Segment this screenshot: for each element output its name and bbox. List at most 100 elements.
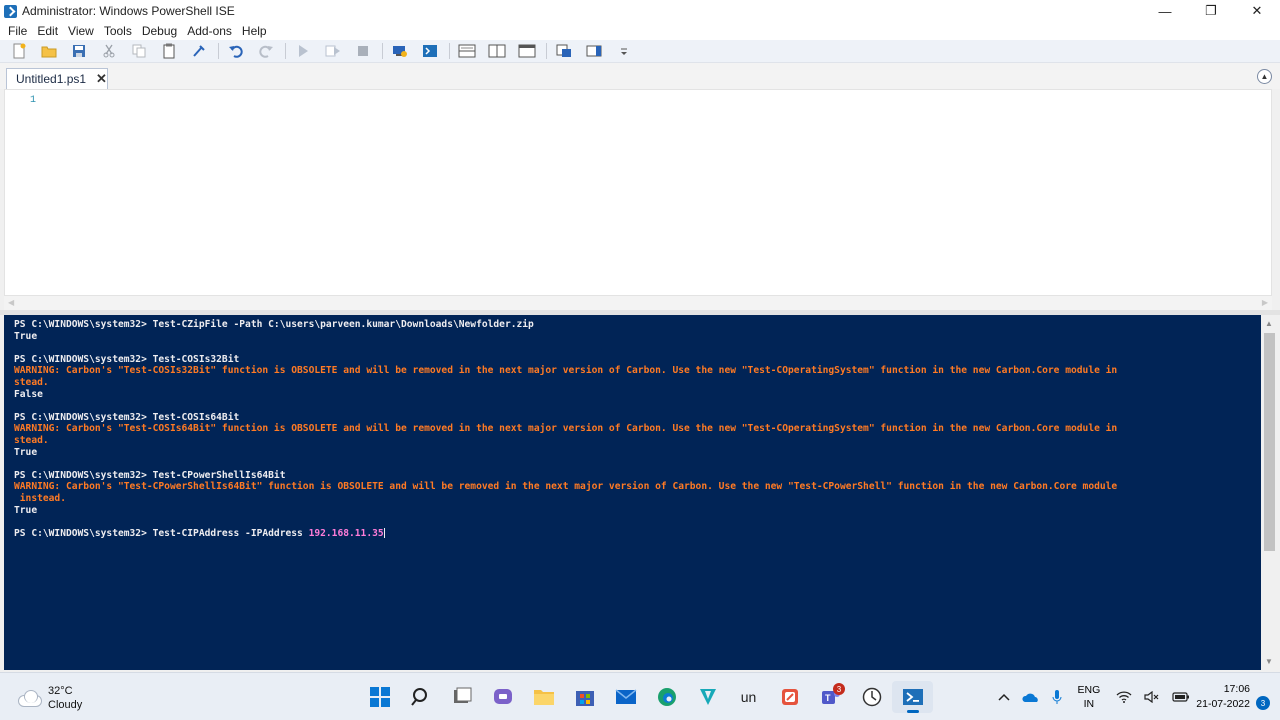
new-script-icon[interactable] — [8, 41, 30, 61]
weather-widget[interactable]: 32°C Cloudy — [16, 684, 82, 712]
script-tab-strip: Untitled1.ps1 ✕ ▲ — [0, 63, 1280, 89]
clock-app-button[interactable] — [851, 681, 892, 713]
console-argument-text: 192.168.11.35 — [308, 527, 384, 539]
console-pane[interactable]: PS C:\WINDOWS\system32> Test-CZipFile -P… — [4, 315, 1261, 670]
wifi-icon[interactable] — [1116, 691, 1132, 703]
scroll-right-icon[interactable]: ▶ — [1262, 298, 1268, 307]
store-icon — [575, 691, 594, 706]
show-hidden-icons-chevron-icon[interactable] — [997, 693, 1010, 701]
scroll-up-icon[interactable]: ▲ — [1265, 319, 1273, 328]
mail-button[interactable] — [605, 681, 646, 713]
console-line: WARNING: Carbon's "Test-COSIs32Bit" func… — [14, 365, 1251, 377]
menu-file[interactable]: File — [3, 24, 32, 38]
close-button[interactable]: ✕ — [1234, 0, 1280, 22]
teams-button[interactable]: T3 — [810, 681, 851, 713]
start-button[interactable] — [359, 681, 400, 713]
minimize-button[interactable]: — — [1142, 0, 1188, 22]
console-warning-text: WARNING: Carbon's "Test-CPowerShellIs64B… — [14, 481, 1118, 493]
editor-horizontal-scrollbar[interactable]: ◀ ▶ — [4, 296, 1272, 310]
clock[interactable]: 17:06 21-07-2022 — [1196, 682, 1250, 712]
console-warning-text: WARNING: Carbon's "Test-COSIs64Bit" func… — [14, 423, 1118, 435]
show-command-window-icon[interactable] — [553, 41, 575, 61]
input-language-indicator[interactable]: ENG IN — [1078, 683, 1101, 711]
console-text: True — [14, 446, 38, 458]
task-view-button[interactable] — [441, 681, 482, 713]
save-icon[interactable] — [68, 41, 90, 61]
run-selection-icon[interactable] — [322, 41, 344, 61]
microsoft-store-button[interactable] — [564, 681, 605, 713]
menu-edit[interactable]: Edit — [32, 24, 63, 38]
clear-console-icon[interactable] — [188, 41, 210, 61]
region-code: IN — [1083, 698, 1095, 710]
start-powershell-icon[interactable] — [419, 41, 441, 61]
scrollbar-thumb[interactable] — [1264, 333, 1275, 551]
menu-tools[interactable]: Tools — [99, 24, 137, 38]
console-line: True — [14, 505, 1251, 517]
console-caret — [383, 527, 385, 538]
paste-icon[interactable] — [158, 41, 180, 61]
microphone-icon[interactable] — [1052, 689, 1062, 705]
weather-desc: Cloudy — [48, 699, 83, 711]
open-folder-icon[interactable] — [38, 41, 60, 61]
new-remote-tab-icon[interactable] — [389, 41, 411, 61]
collapse-script-pane-icon[interactable]: ▲ — [1257, 69, 1272, 84]
run-script-icon[interactable] — [292, 41, 314, 61]
scroll-left-icon[interactable]: ◀ — [8, 298, 14, 307]
script-editor[interactable]: 1 — [4, 89, 1272, 296]
console-line: PS C:\WINDOWS\system32> Test-CZipFile -P… — [14, 319, 1251, 331]
console-line: WARNING: Carbon's "Test-CPowerShellIs64B… — [14, 481, 1251, 493]
toolbar-separator — [382, 43, 383, 59]
tab-close-icon[interactable]: ✕ — [96, 71, 107, 87]
console-line: PS C:\WINDOWS\system32> Test-COSIs32Bit — [14, 354, 1251, 366]
menu-debug[interactable]: Debug — [137, 24, 182, 38]
console-vertical-scrollbar[interactable]: ▲ ▼ — [1261, 315, 1278, 670]
taskbar: 32°C Cloudy un T3 ENG IN 17:06 21-07-202… — [0, 672, 1280, 720]
powershell-ise-button[interactable] — [892, 681, 933, 713]
undo-icon[interactable] — [225, 41, 247, 61]
console-line: stead. — [14, 435, 1251, 447]
vpn-button[interactable] — [687, 681, 728, 713]
show-command-addon-icon[interactable] — [583, 41, 605, 61]
menu-help[interactable]: Help — [237, 24, 272, 38]
console-warning-text: WARNING: Carbon's "Test-COSIs32Bit" func… — [14, 365, 1118, 377]
language-code: ENG — [1077, 684, 1101, 696]
console-warning-text: instead. — [14, 492, 66, 504]
un-app-label: un — [740, 689, 757, 705]
mail-icon — [615, 689, 636, 704]
scroll-down-icon[interactable]: ▼ — [1265, 657, 1273, 666]
console-warning-text: stead. — [14, 434, 49, 446]
search-button[interactable] — [400, 681, 441, 713]
console-line: PS C:\WINDOWS\system32> Test-CIPAddress … — [14, 527, 1251, 540]
line-number: 1 — [30, 95, 37, 106]
edge-button[interactable] — [646, 681, 687, 713]
redo-icon[interactable] — [255, 41, 277, 61]
stop-icon[interactable] — [352, 41, 374, 61]
copy-icon[interactable] — [128, 41, 150, 61]
battery-icon[interactable] — [1172, 692, 1190, 702]
powershell-ise-icon — [4, 4, 17, 18]
paint-button[interactable] — [769, 681, 810, 713]
speaker-muted-icon[interactable] — [1144, 691, 1160, 703]
chat-button[interactable] — [482, 681, 523, 713]
clock-app-icon — [862, 687, 881, 707]
task-view-icon — [453, 687, 471, 703]
menu-addons[interactable]: Add-ons — [182, 24, 237, 38]
console-text: PS C:\WINDOWS\system32> Test-CZipFile -P… — [14, 319, 534, 330]
tab-untitled1[interactable]: Untitled1.ps1 ✕ — [6, 68, 108, 89]
onedrive-icon[interactable] — [1021, 692, 1040, 703]
show-script-top-icon[interactable] — [456, 41, 478, 61]
toolbar-overflow-icon[interactable] — [613, 41, 635, 61]
notification-count-badge[interactable]: 3 — [1256, 696, 1270, 710]
file-explorer-button[interactable] — [523, 681, 564, 713]
clock-time: 17:06 — [1223, 683, 1250, 695]
chat-icon — [493, 689, 512, 704]
cut-icon[interactable] — [98, 41, 120, 61]
show-script-right-icon[interactable] — [486, 41, 508, 61]
teams-badge: 3 — [833, 683, 845, 695]
un-app-button[interactable]: un — [728, 681, 769, 713]
restore-button[interactable]: ❐ — [1188, 0, 1234, 22]
show-script-maximized-icon[interactable] — [516, 41, 538, 61]
menu-view[interactable]: View — [63, 24, 99, 38]
